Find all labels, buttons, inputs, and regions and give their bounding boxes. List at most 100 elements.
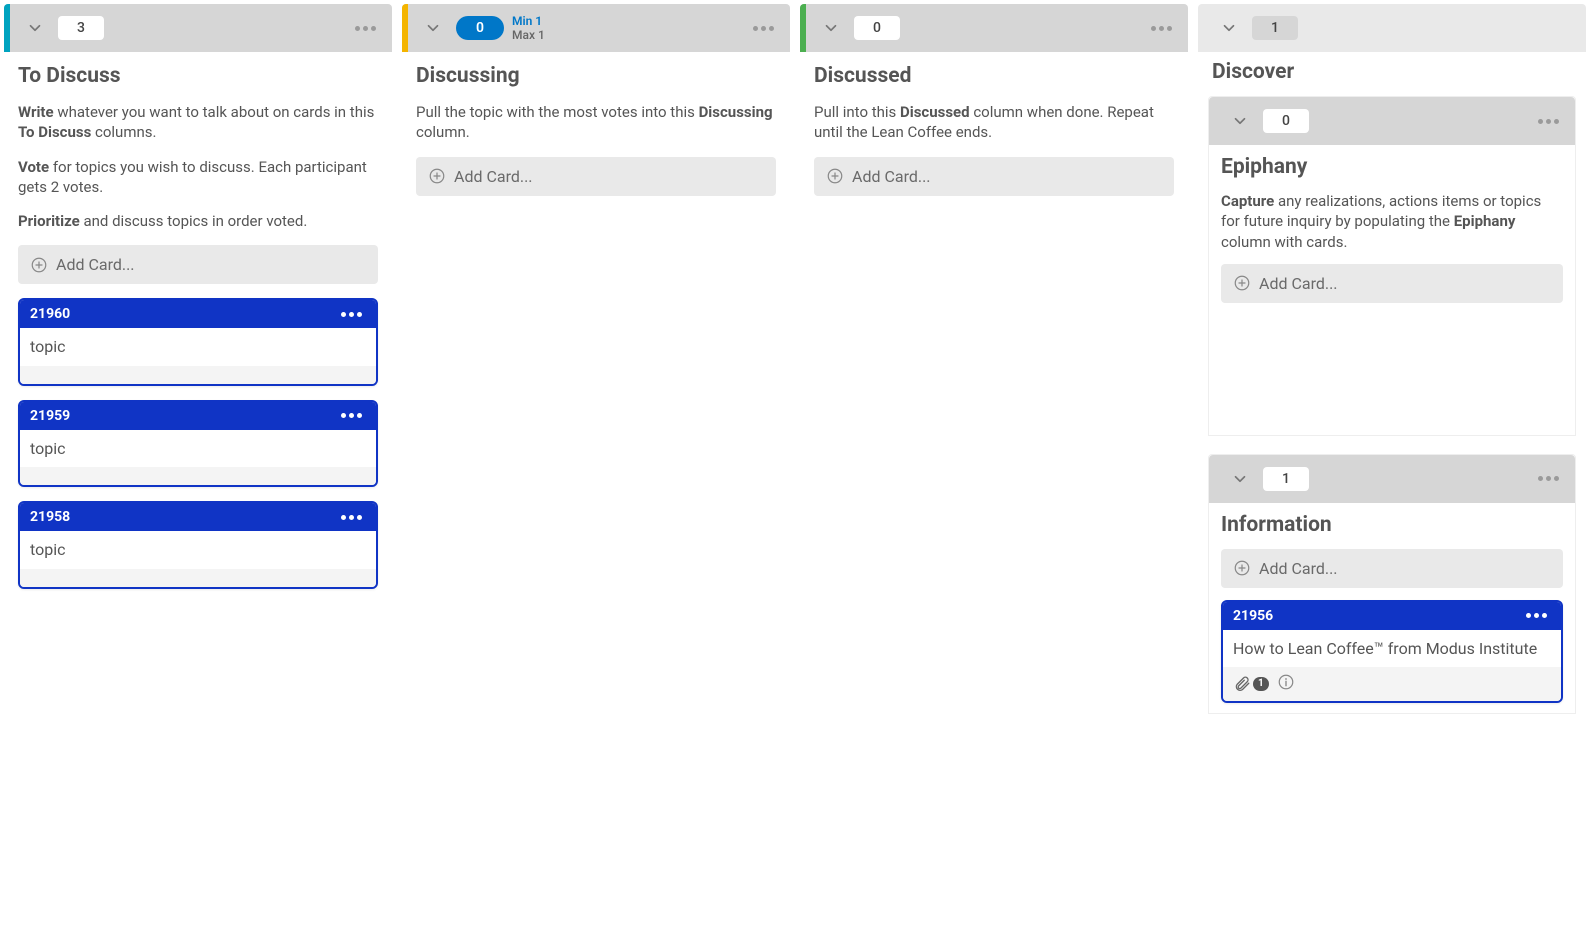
card-id: 21960 [30,306,70,322]
card-menu-button[interactable] [337,308,366,321]
collapse-toggle[interactable] [1227,108,1253,134]
card-count-badge: 0 [854,16,900,40]
card-count-badge: 1 [1252,16,1298,40]
desc-bold: Vote [18,158,49,176]
kanban-board: 3 To Discuss Write whatever you want to … [0,0,1590,930]
attachment-badge[interactable]: 1 [1233,675,1269,693]
card-footer: 1 [1223,667,1561,701]
card-count-badge: 0 [456,16,504,40]
desc-text: Pull the topic with the most votes into … [416,103,699,121]
lane-header: 3 [4,4,392,52]
lane-menu-button[interactable] [1532,113,1565,130]
collapse-toggle[interactable] [420,15,446,41]
chevron-down-icon [26,19,44,37]
card-menu-button[interactable] [337,409,366,422]
sublane-information: 1 Information Add Card... 21956 How [1208,454,1576,715]
add-card-label: Add Card... [852,167,931,186]
chevron-down-icon [1220,19,1238,37]
desc-text: column with cards. [1221,233,1347,251]
add-card-label: Add Card... [1259,274,1338,293]
collapse-toggle[interactable] [1216,15,1242,41]
card-title: How to Lean Coffee™ from Modus Institute [1223,630,1561,668]
sublane-body: Epiphany Capture any realizations, actio… [1209,145,1575,435]
desc-bold: Prioritize [18,212,80,230]
desc-text: columns. [91,123,156,141]
collapse-toggle[interactable] [1227,466,1253,492]
wip-min-label: Min 1 [512,14,545,28]
card-count-badge: 1 [1263,467,1309,491]
wip-limits: Min 1 Max 1 [512,14,545,42]
card-menu-button[interactable] [337,511,366,524]
card-id: 21956 [1233,608,1273,624]
card-footer [20,569,376,587]
lane-title: Discussing [416,64,776,88]
card-count-badge: 3 [58,16,104,40]
add-card-button[interactable]: Add Card... [814,157,1174,196]
add-card-button[interactable]: Add Card... [1221,549,1563,588]
card-id: 21959 [30,408,70,424]
lane-menu-button[interactable] [1145,20,1178,37]
collapse-toggle[interactable] [22,15,48,41]
add-card-button[interactable]: Add Card... [18,245,378,284]
info-icon[interactable] [1277,673,1295,695]
paperclip-icon [1233,675,1251,693]
lane-menu-button[interactable] [1532,470,1565,487]
lane-menu-button[interactable] [747,20,780,37]
desc-text: column. [416,123,470,141]
lane-title-row: Discover [1198,52,1586,96]
desc-text: and discuss topics in order voted. [80,212,308,230]
lane-body: To Discuss Write whatever you want to ta… [4,52,392,603]
sublane-epiphany: 0 Epiphany Capture any realizations, act… [1208,96,1576,436]
card-count-badge: 0 [1263,109,1309,133]
add-card-button[interactable]: Add Card... [416,157,776,196]
attachment-count: 1 [1253,677,1269,691]
desc-bold: Capture [1221,192,1274,210]
spacer [1221,315,1563,425]
wip-max-label: Max 1 [512,28,545,42]
card-header: 21959 [20,402,376,430]
lane-title: Discover [1212,60,1572,84]
card-id: 21958 [30,509,70,525]
sublane-description: Capture any realizations, actions items … [1221,191,1563,252]
lane-menu-button[interactable] [349,20,382,37]
card[interactable]: 21959 topic [18,400,378,488]
card-footer [20,366,376,384]
sublane-header: 1 [1209,455,1575,503]
card-title: topic [20,328,376,366]
card[interactable]: 21960 topic [18,298,378,386]
sublane-header: 0 [1209,97,1575,145]
lane-to-discuss: 3 To Discuss Write whatever you want to … [4,4,392,920]
lane-color-edge [800,4,806,52]
desc-text: Pull into this [814,103,900,121]
lane-title: To Discuss [18,64,378,88]
lane-color-edge [402,4,408,52]
plus-circle-icon [428,167,446,185]
lane-discussing: 0 Min 1 Max 1 Discussing Pull the topic … [402,4,790,920]
card[interactable]: 21956 How to Lean Coffee™ from Modus Ins… [1221,600,1563,704]
card-footer [20,467,376,485]
lane-description: Pull the topic with the most votes into … [416,102,776,143]
lane-header: 1 [1198,4,1586,52]
desc-bold: To Discuss [18,123,91,141]
add-card-label: Add Card... [56,255,135,274]
desc-bold: Discussed [900,103,970,121]
card-header: 21958 [20,503,376,531]
add-card-label: Add Card... [1259,559,1338,578]
desc-bold: Write [18,103,54,121]
card-title: topic [20,531,376,569]
lane-header: 0 [800,4,1188,52]
card-menu-button[interactable] [1522,609,1551,622]
plus-circle-icon [1233,559,1251,577]
lane-body: Discussing Pull the topic with the most … [402,52,790,210]
desc-text: whatever you want to talk about on cards… [54,103,375,121]
sublane-title: Epiphany [1221,155,1563,179]
collapse-toggle[interactable] [818,15,844,41]
chevron-down-icon [1231,112,1249,130]
lane-body: 0 Epiphany Capture any realizations, act… [1198,96,1586,724]
chevron-down-icon [1231,470,1249,488]
lane-description: Pull into this Discussed column when don… [814,102,1174,143]
lane-color-edge [4,4,10,52]
desc-bold: Discussing [699,103,773,121]
add-card-button[interactable]: Add Card... [1221,264,1563,303]
card[interactable]: 21958 topic [18,501,378,589]
